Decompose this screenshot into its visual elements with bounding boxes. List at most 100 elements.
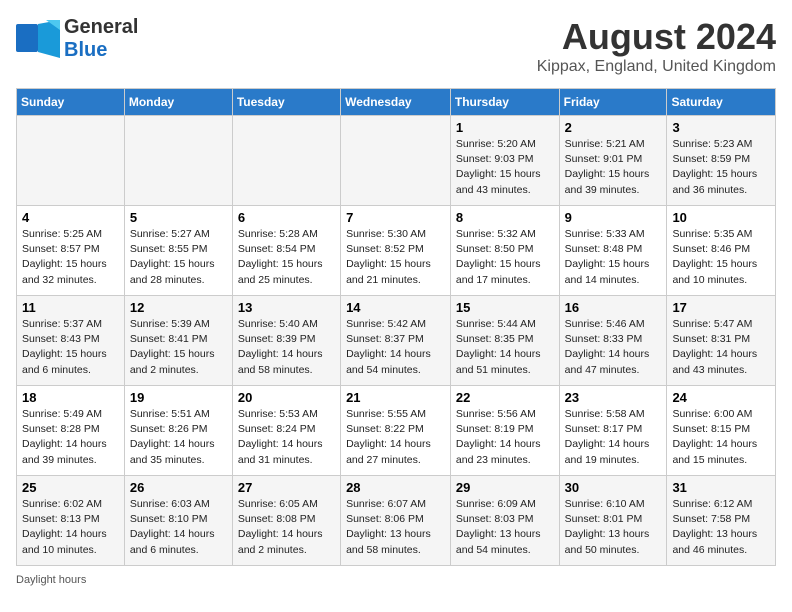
day-info: Sunrise: 5:37 AM Sunset: 8:43 PM Dayligh… [22,317,119,378]
header: General Blue August 2024 Kippax, England… [16,16,776,76]
day-info: Sunrise: 5:33 AM Sunset: 8:48 PM Dayligh… [565,227,662,288]
day-number: 20 [238,390,335,405]
day-info: Sunrise: 5:42 AM Sunset: 8:37 PM Dayligh… [346,317,445,378]
day-info: Sunrise: 5:39 AM Sunset: 8:41 PM Dayligh… [130,317,227,378]
day-number: 7 [346,210,445,225]
day-info: Sunrise: 5:53 AM Sunset: 8:24 PM Dayligh… [238,407,335,468]
calendar-cell: 19 Sunrise: 5:51 AM Sunset: 8:26 PM Dayli… [124,386,232,476]
calendar-cell [124,116,232,206]
day-info: Sunrise: 6:02 AM Sunset: 8:13 PM Dayligh… [22,497,119,558]
day-info: Sunrise: 6:12 AM Sunset: 7:58 PM Dayligh… [672,497,770,558]
day-number: 27 [238,480,335,495]
calendar-cell: 26 Sunrise: 6:03 AM Sunset: 8:10 PM Dayli… [124,476,232,566]
day-number: 13 [238,300,335,315]
calendar-cell: 29 Sunrise: 6:09 AM Sunset: 8:03 PM Dayli… [450,476,559,566]
day-number: 14 [346,300,445,315]
title-area: August 2024 Kippax, England, United King… [537,16,776,76]
day-number: 25 [22,480,119,495]
day-info: Sunrise: 5:46 AM Sunset: 8:33 PM Dayligh… [565,317,662,378]
calendar-cell: 13 Sunrise: 5:40 AM Sunset: 8:39 PM Dayli… [232,296,340,386]
day-number: 4 [22,210,119,225]
day-number: 19 [130,390,227,405]
calendar-cell: 9 Sunrise: 5:33 AM Sunset: 8:48 PM Daylig… [559,206,667,296]
day-number: 8 [456,210,554,225]
day-info: Sunrise: 5:56 AM Sunset: 8:19 PM Dayligh… [456,407,554,468]
day-header-friday: Friday [559,89,667,116]
day-header-monday: Monday [124,89,232,116]
calendar-cell: 2Sunrise: 5:21 AM Sunset: 9:01 PM Daylig… [559,116,667,206]
daylight-label: Daylight hours [16,574,86,586]
day-info: Sunrise: 5:27 AM Sunset: 8:55 PM Dayligh… [130,227,227,288]
day-info: Sunrise: 5:51 AM Sunset: 8:26 PM Dayligh… [130,407,227,468]
day-info: Sunrise: 5:23 AM Sunset: 8:59 PM Dayligh… [672,137,770,198]
day-header-sunday: Sunday [17,89,125,116]
day-number: 18 [22,390,119,405]
day-number: 12 [130,300,227,315]
day-header-wednesday: Wednesday [341,89,451,116]
calendar-table: SundayMondayTuesdayWednesdayThursdayFrid… [16,88,776,566]
logo: General Blue [16,16,138,62]
day-number: 15 [456,300,554,315]
day-number: 30 [565,480,662,495]
day-number: 23 [565,390,662,405]
day-info: Sunrise: 6:10 AM Sunset: 8:01 PM Dayligh… [565,497,662,558]
calendar-cell: 28Sunrise: 6:07 AM Sunset: 8:06 PM Dayli… [341,476,451,566]
day-info: Sunrise: 5:21 AM Sunset: 9:01 PM Dayligh… [565,137,662,198]
day-header-thursday: Thursday [450,89,559,116]
calendar-cell: 15 Sunrise: 5:44 AM Sunset: 8:35 PM Dayli… [450,296,559,386]
day-info: Sunrise: 5:47 AM Sunset: 8:31 PM Dayligh… [672,317,770,378]
day-info: Sunrise: 5:20 AM Sunset: 9:03 PM Dayligh… [456,137,554,198]
calendar-cell: 30 Sunrise: 6:10 AM Sunset: 8:01 PM Dayli… [559,476,667,566]
day-number: 9 [565,210,662,225]
day-number: 24 [672,390,770,405]
day-info: Sunrise: 5:49 AM Sunset: 8:28 PM Dayligh… [22,407,119,468]
day-info: Sunrise: 5:44 AM Sunset: 8:35 PM Dayligh… [456,317,554,378]
calendar-cell: 27 Sunrise: 6:05 AM Sunset: 8:08 PM Dayli… [232,476,340,566]
day-number: 1 [456,120,554,135]
day-header-tuesday: Tuesday [232,89,340,116]
day-info: Sunrise: 6:09 AM Sunset: 8:03 PM Dayligh… [456,497,554,558]
day-info: Sunrise: 5:25 AM Sunset: 8:57 PM Dayligh… [22,227,119,288]
footer-note: Daylight hours [16,574,776,586]
calendar-cell [17,116,125,206]
calendar-cell: 12 Sunrise: 5:39 AM Sunset: 8:41 PM Dayli… [124,296,232,386]
calendar-cell: 23 Sunrise: 5:58 AM Sunset: 8:17 PM Dayli… [559,386,667,476]
logo-line1: General [64,16,138,39]
day-info: Sunrise: 5:30 AM Sunset: 8:52 PM Dayligh… [346,227,445,288]
day-info: Sunrise: 5:28 AM Sunset: 8:54 PM Dayligh… [238,227,335,288]
day-info: Sunrise: 6:05 AM Sunset: 8:08 PM Dayligh… [238,497,335,558]
calendar-cell: 20 Sunrise: 5:53 AM Sunset: 8:24 PM Dayli… [232,386,340,476]
day-number: 31 [672,480,770,495]
calendar-cell: 4 Sunrise: 5:25 AM Sunset: 8:57 PM Daylig… [17,206,125,296]
day-info: Sunrise: 5:32 AM Sunset: 8:50 PM Dayligh… [456,227,554,288]
logo-icon [16,20,60,58]
calendar-cell: 8 Sunrise: 5:32 AM Sunset: 8:50 PM Daylig… [450,206,559,296]
calendar-cell: 11 Sunrise: 5:37 AM Sunset: 8:43 PM Dayli… [17,296,125,386]
calendar-cell: 16Sunrise: 5:46 AM Sunset: 8:33 PM Dayli… [559,296,667,386]
day-info: Sunrise: 6:03 AM Sunset: 8:10 PM Dayligh… [130,497,227,558]
calendar-cell: 25 Sunrise: 6:02 AM Sunset: 8:13 PM Dayli… [17,476,125,566]
day-number: 11 [22,300,119,315]
day-info: Sunrise: 6:07 AM Sunset: 8:06 PM Dayligh… [346,497,445,558]
day-info: Sunrise: 5:55 AM Sunset: 8:22 PM Dayligh… [346,407,445,468]
day-number: 5 [130,210,227,225]
logo-line2: Blue [64,39,138,62]
calendar-cell [232,116,340,206]
day-number: 26 [130,480,227,495]
calendar-cell: 14 Sunrise: 5:42 AM Sunset: 8:37 PM Dayli… [341,296,451,386]
day-number: 29 [456,480,554,495]
calendar-cell: 1 Sunrise: 5:20 AM Sunset: 9:03 PM Daylig… [450,116,559,206]
day-number: 3 [672,120,770,135]
day-info: Sunrise: 6:00 AM Sunset: 8:15 PM Dayligh… [672,407,770,468]
day-info: Sunrise: 5:35 AM Sunset: 8:46 PM Dayligh… [672,227,770,288]
calendar-cell: 10Sunrise: 5:35 AM Sunset: 8:46 PM Dayli… [667,206,776,296]
day-number: 17 [672,300,770,315]
calendar-cell: 7 Sunrise: 5:30 AM Sunset: 8:52 PM Daylig… [341,206,451,296]
calendar-cell: 5 Sunrise: 5:27 AM Sunset: 8:55 PM Daylig… [124,206,232,296]
location-title: Kippax, England, United Kingdom [537,58,776,76]
day-info: Sunrise: 5:40 AM Sunset: 8:39 PM Dayligh… [238,317,335,378]
day-info: Sunrise: 5:58 AM Sunset: 8:17 PM Dayligh… [565,407,662,468]
day-number: 6 [238,210,335,225]
calendar-cell: 17 Sunrise: 5:47 AM Sunset: 8:31 PM Dayli… [667,296,776,386]
calendar-cell: 21Sunrise: 5:55 AM Sunset: 8:22 PM Dayli… [341,386,451,476]
